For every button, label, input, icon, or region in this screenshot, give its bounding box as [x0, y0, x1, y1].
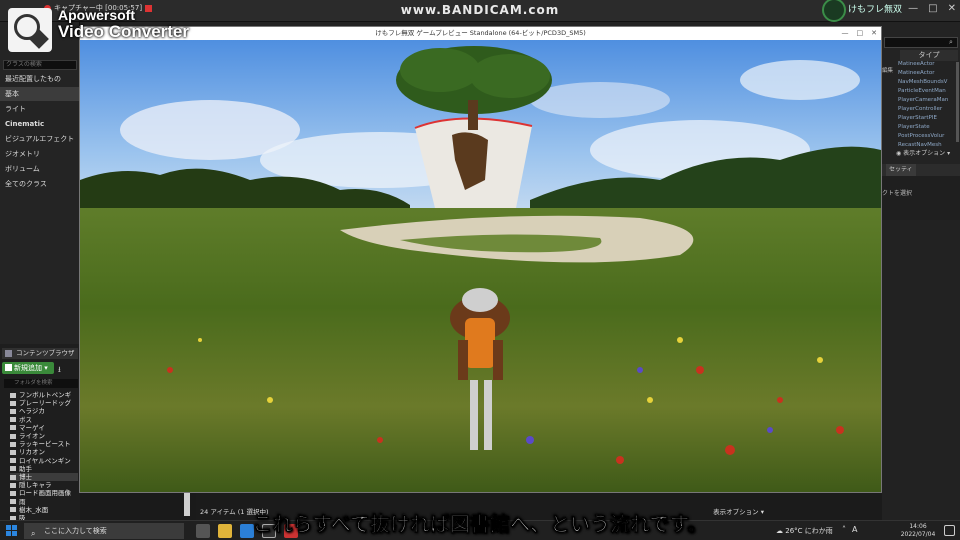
details-hint: クトを選択 [882, 190, 913, 197]
add-new-button[interactable]: 新規追加 ▾ [2, 362, 54, 374]
tab-world-settings[interactable]: セッティ [886, 164, 916, 176]
outliner-row[interactable]: ParticleEventMan [898, 87, 956, 96]
folder-icon [10, 441, 16, 447]
outliner-row[interactable]: PlayerCameraMan [898, 96, 956, 105]
folder-tree-item[interactable]: ボス [10, 416, 32, 424]
folder-icon [10, 408, 16, 414]
game-app-icon[interactable] [822, 0, 846, 22]
folder-label: 隠しキャラ [19, 481, 52, 490]
outliner-row[interactable]: PlayerController [898, 105, 956, 114]
minimize-icon[interactable]: — [908, 3, 918, 14]
tab-content-browser[interactable]: コンテンツブラウザ [2, 348, 78, 359]
maximize-icon[interactable]: □ [857, 27, 864, 40]
folder-label: ラッキービースト [19, 440, 71, 449]
folder-tree-item[interactable]: リカオン [10, 448, 45, 456]
import-icon[interactable]: ⭳ [58, 364, 61, 378]
folder-icon [10, 482, 16, 488]
category-geometry[interactable]: ジオメトリ [0, 147, 80, 161]
folder-label: 助手 [19, 464, 32, 473]
close-icon[interactable]: ✕ [871, 27, 877, 40]
folder-label: ロード画面用画像 [19, 489, 71, 498]
folder-icon [10, 417, 16, 423]
details-panel-body [882, 176, 960, 220]
window-controls: — □ ✕ [908, 3, 956, 14]
folder-label: マーゲイ [19, 423, 45, 432]
folder-icon [10, 499, 16, 505]
watermark-line1: Apowersoft [58, 7, 135, 23]
folder-icon [10, 474, 16, 480]
folder-icon [10, 449, 16, 455]
apowersoft-watermark: Apowersoft Video Converter [8, 8, 189, 52]
folder-tree-item[interactable]: 助手 [10, 465, 32, 473]
game-window-controls: — □ ✕ [842, 27, 878, 40]
category-cinematic[interactable]: Cinematic [0, 117, 80, 131]
folder-icon [10, 433, 16, 439]
outliner-scrollbar[interactable] [956, 62, 959, 142]
maximize-icon[interactable]: □ [928, 3, 937, 14]
outliner-row[interactable]: PlayerState [898, 123, 956, 132]
category-all-classes[interactable]: 全てのクラス [0, 177, 80, 191]
folder-icon [10, 466, 16, 472]
outliner-row[interactable]: PlayerStartPIE [898, 114, 956, 123]
outliner-list: MatineeActor MatineeActor NavMeshBoundsV… [898, 60, 956, 150]
edit-label[interactable]: 編集 [882, 66, 893, 74]
game-title: けもフレ無双 [847, 5, 902, 15]
class-search-input[interactable]: クラスの検索 [3, 60, 77, 70]
minimize-icon[interactable]: — [842, 27, 849, 40]
outliner-view-options[interactable]: ◉ 表示オプション ▾ [896, 148, 950, 157]
folder-label: フンボルトペンギ [19, 391, 72, 399]
folder-tree-item[interactable]: ライオン [10, 432, 45, 440]
close-icon[interactable]: ✕ [948, 3, 956, 14]
apowersoft-logo-icon [8, 8, 52, 52]
folder-tree-item[interactable]: ヘラジカ [10, 407, 45, 415]
category-basic[interactable]: 基本 [0, 87, 80, 101]
folder-tree-item[interactable]: フンボルトペンギ [10, 391, 71, 399]
screen: キャプチャー中 [00:05:57] www.BANDICAM.com けもフレ… [0, 0, 960, 540]
place-actors-panel: クラスの検索 最近配置したもの 基本 ライト Cinematic ビジュアルエフ… [0, 22, 80, 344]
category-volumes[interactable]: ボリューム [0, 162, 80, 176]
folder-icon [10, 425, 16, 431]
folder-tree-item[interactable]: ラッキービースト [10, 440, 71, 448]
folder-icon [10, 490, 16, 496]
category-lights[interactable]: ライト [0, 102, 80, 116]
folder-label: 雨 [19, 497, 26, 506]
folder-search-input[interactable]: フォルダを検索 [4, 379, 78, 388]
subtitle-caption: これらすべて抜ければ図書館へ、という流れです。 [252, 512, 708, 537]
outliner-search-input[interactable]: ⌕ [884, 37, 958, 48]
add-icon [5, 364, 12, 371]
folder-label: ボス [19, 415, 32, 424]
folder-icon [10, 458, 16, 464]
search-icon[interactable]: ⌕ [946, 38, 956, 47]
folder-label: リカオン [19, 448, 45, 457]
folder-tree-item[interactable]: 隠しキャラ [10, 481, 52, 489]
details-panel-header: セッティ [882, 164, 960, 176]
folder-label: ヘラジカ [19, 407, 45, 416]
content-browser: コンテンツブラウザ 新規追加 ▾ ⭳ フォルダを検索 フンボルトペンギ プレーリー… [0, 344, 80, 522]
game-preview-window: けもフレ無双 ゲームプレビュー Standalone (64-ビット/PCD3D… [79, 26, 882, 493]
folder-tree-item[interactable]: 博士 [10, 473, 78, 481]
folder-label: ライオン [19, 432, 45, 440]
outliner-row[interactable]: PostProcessVolur [898, 132, 956, 141]
folder-label: 博士 [19, 473, 32, 481]
folder-tree-item[interactable]: ロード画面用画像 [10, 489, 71, 497]
folder-icon [10, 392, 16, 398]
folder-label: プレーリードッグ [19, 399, 71, 408]
outliner-row[interactable]: NavMeshBoundsV [898, 78, 956, 87]
watermark-line2: Video Converter [58, 21, 190, 41]
outliner-row[interactable]: MatineeActor [898, 60, 956, 69]
game-window-title: けもフレ無双 ゲームプレビュー Standalone (64-ビット/PCD3D… [80, 27, 881, 40]
folder-icon [10, 400, 16, 406]
folder-tree-item[interactable]: ロイヤルペンギン [10, 457, 71, 465]
outliner-row[interactable]: MatineeActor [898, 69, 956, 78]
game-scene-image [80, 40, 881, 492]
category-recent[interactable]: 最近配置したもの [0, 72, 80, 86]
game-viewport[interactable] [80, 40, 881, 492]
category-visual-effects[interactable]: ビジュアルエフェクト [0, 132, 80, 146]
folder-label: ロイヤルペンギン [19, 456, 71, 465]
folder-tree-item[interactable]: プレーリードッグ [10, 399, 71, 407]
folder-tree-item[interactable]: 雨 [10, 498, 26, 506]
folder-icon [5, 350, 12, 357]
folder-tree-item[interactable]: マーゲイ [10, 424, 45, 432]
